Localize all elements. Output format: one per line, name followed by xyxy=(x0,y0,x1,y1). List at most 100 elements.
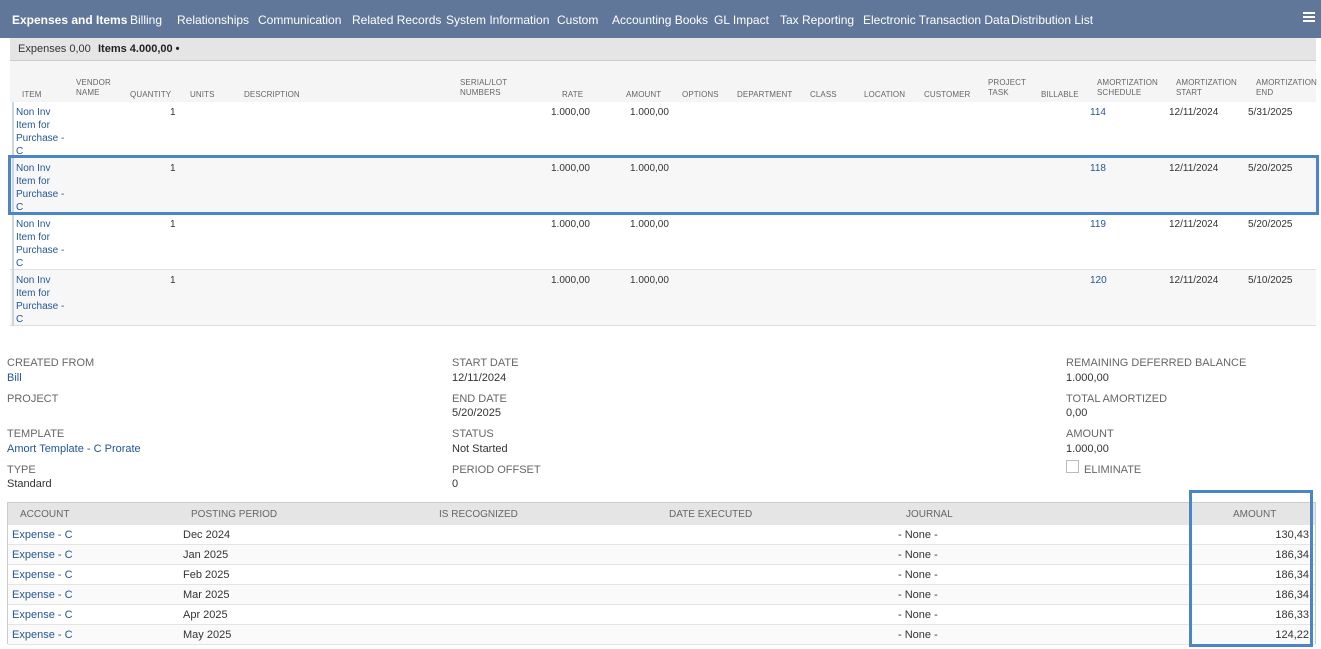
schedule-amount: 186,34 xyxy=(1275,589,1309,601)
items-sublist: ITEM VENDOR NAME QUANTITY UNITS DESCRIPT… xyxy=(10,60,1317,326)
subtab-expenses[interactable]: Expenses 0,00 xyxy=(18,43,91,55)
start-date-label: START DATE xyxy=(452,357,519,369)
amount-label: AMOUNT xyxy=(1066,428,1114,440)
tab-accounting-books[interactable]: Accounting Books xyxy=(612,13,708,27)
header-units: UNITS xyxy=(190,90,215,99)
item-row[interactable]: Non Inv Item for Purchase - C 1 1.000,00… xyxy=(10,214,1316,270)
item-rate: 1.000,00 xyxy=(551,163,590,174)
status-value: Not Started xyxy=(452,443,508,455)
item-quantity: 1 xyxy=(170,219,176,230)
item-amortization-schedule-link[interactable]: 120 xyxy=(1090,274,1107,287)
header-item: ITEM xyxy=(22,90,42,99)
schedule-amount: 186,34 xyxy=(1275,549,1309,561)
header-project-task: PROJECT TASK xyxy=(988,78,1026,97)
item-amortization-end: 5/31/2025 xyxy=(1248,107,1293,118)
schedule-account-link[interactable]: Expense - C xyxy=(12,569,73,581)
schedule-journal: - None - xyxy=(898,629,938,641)
eliminate-checkbox[interactable] xyxy=(1066,460,1079,473)
type-label: TYPE xyxy=(7,464,36,476)
schedule-journal: - None - xyxy=(898,609,938,621)
hamburger-menu-icon[interactable] xyxy=(1303,12,1315,25)
header-rate: RATE xyxy=(562,90,584,99)
tab-expenses-and-items[interactable]: Expenses and Items xyxy=(12,13,127,45)
item-amount: 1.000,00 xyxy=(630,163,669,174)
item-amortization-end: 5/10/2025 xyxy=(1248,275,1293,286)
type-value: Standard xyxy=(7,478,52,490)
header-is-recognized: IS RECOGNIZED xyxy=(439,509,518,520)
schedule-posting-period: Mar 2025 xyxy=(183,589,230,601)
tab-communication[interactable]: Communication xyxy=(258,13,341,27)
eliminate-label: ELIMINATE xyxy=(1084,464,1142,476)
item-link[interactable]: Non Inv Item for Purchase - C xyxy=(16,218,72,270)
end-date-value: 5/20/2025 xyxy=(452,407,501,419)
header-class: CLASS xyxy=(810,90,837,99)
item-row[interactable]: Non Inv Item for Purchase - C 1 1.000,00… xyxy=(10,270,1316,326)
item-row[interactable]: Non Inv Item for Purchase - C 1 1.000,00… xyxy=(10,102,1316,158)
item-row[interactable]: Non Inv Item for Purchase - C 1 1.000,00… xyxy=(10,158,1316,214)
item-amortization-schedule-link[interactable]: 114 xyxy=(1090,106,1106,119)
item-rate: 1.000,00 xyxy=(551,275,590,286)
tab-related-records[interactable]: Related Records xyxy=(352,13,441,27)
header-amortization-schedule: AMORTIZATION SCHEDULE xyxy=(1097,78,1158,97)
tab-billing[interactable]: Billing xyxy=(130,13,162,27)
created-from-link[interactable]: Bill xyxy=(7,372,22,384)
item-link[interactable]: Non Inv Item for Purchase - C xyxy=(16,106,72,158)
status-label: STATUS xyxy=(452,428,494,440)
tab-gl-impact[interactable]: GL Impact xyxy=(714,13,769,27)
schedule-posting-period: Feb 2025 xyxy=(183,569,230,581)
template-label: TEMPLATE xyxy=(7,428,65,440)
template-link[interactable]: Amort Template - C Prorate xyxy=(7,443,141,455)
schedule-account-link[interactable]: Expense - C xyxy=(12,549,73,561)
row-marker xyxy=(12,214,14,270)
total-amortized-value: 0,00 xyxy=(1066,407,1088,419)
header-description: DESCRIPTION xyxy=(244,90,300,99)
item-amortization-schedule-link[interactable]: 118 xyxy=(1090,162,1106,175)
tab-system-information[interactable]: System Information xyxy=(446,13,549,27)
schedule-account-link[interactable]: Expense - C xyxy=(12,589,73,601)
schedule-journal: - None - xyxy=(898,589,938,601)
item-amortization-start: 12/11/2024 xyxy=(1169,163,1219,174)
header-journal: JOURNAL xyxy=(906,509,953,520)
header-amount: AMOUNT xyxy=(1233,509,1277,520)
tab-custom[interactable]: Custom xyxy=(557,13,598,27)
schedule-amount: 186,33 xyxy=(1275,609,1309,621)
item-amortization-end: 5/20/2025 xyxy=(1248,219,1293,230)
item-amortization-start: 12/11/2024 xyxy=(1169,219,1219,230)
item-link[interactable]: Non Inv Item for Purchase - C xyxy=(16,274,72,326)
schedule-amount: 130,43 xyxy=(1275,529,1309,541)
header-location: LOCATION xyxy=(864,90,906,99)
end-date-label: END DATE xyxy=(452,393,507,405)
subtab-items[interactable]: Items 4.000,00 • xyxy=(98,43,180,55)
created-from-label: CREATED FROM xyxy=(7,357,95,369)
record-tab-bar: Expenses and Items Billing Relationships… xyxy=(0,0,1321,45)
item-link[interactable]: Non Inv Item for Purchase - C xyxy=(16,162,72,214)
row-marker xyxy=(12,158,14,214)
remaining-deferred-balance-value: 1.000,00 xyxy=(1066,372,1109,384)
row-marker xyxy=(12,102,14,158)
header-billable: BILLABLE xyxy=(1041,90,1079,99)
schedule-posting-period: Apr 2025 xyxy=(183,609,228,621)
amortization-schedule-lines: ACCOUNT POSTING PERIOD IS RECOGNIZED DAT… xyxy=(7,502,1316,645)
item-amount: 1.000,00 xyxy=(630,275,669,286)
schedule-journal: - None - xyxy=(898,569,938,581)
item-amount: 1.000,00 xyxy=(630,107,669,118)
tab-distribution-list[interactable]: Distribution List xyxy=(1011,13,1093,27)
schedule-row[interactable]: Expense - C Dec 2024 - None - 130,43 xyxy=(8,525,1315,545)
tab-relationships[interactable]: Relationships xyxy=(177,13,249,27)
item-rate: 1.000,00 xyxy=(551,219,590,230)
schedule-row[interactable]: Expense - C Mar 2025 - None - 186,34 xyxy=(8,585,1315,605)
schedule-account-link[interactable]: Expense - C xyxy=(12,529,73,541)
header-posting-period: POSTING PERIOD xyxy=(191,509,278,520)
schedule-row[interactable]: Expense - C Feb 2025 - None - 186,34 xyxy=(8,565,1315,585)
schedule-row[interactable]: Expense - C Jan 2025 - None - 186,34 xyxy=(8,545,1315,565)
schedule-account-link[interactable]: Expense - C xyxy=(12,609,73,621)
schedule-account-link[interactable]: Expense - C xyxy=(12,629,73,641)
header-amortization-end: AMORTIZATION END xyxy=(1256,78,1317,97)
schedule-row[interactable]: Expense - C Apr 2025 - None - 186,33 xyxy=(8,605,1315,625)
tab-electronic-transaction-data[interactable]: Electronic Transaction Data xyxy=(863,13,1010,27)
items-header: ITEM VENDOR NAME QUANTITY UNITS DESCRIPT… xyxy=(10,60,1317,102)
item-amortization-schedule-link[interactable]: 119 xyxy=(1090,218,1106,231)
tab-tax-reporting[interactable]: Tax Reporting xyxy=(780,13,854,27)
schedule-row[interactable]: Expense - C May 2025 - None - 124,22 xyxy=(8,625,1315,645)
item-amount: 1.000,00 xyxy=(630,219,669,230)
